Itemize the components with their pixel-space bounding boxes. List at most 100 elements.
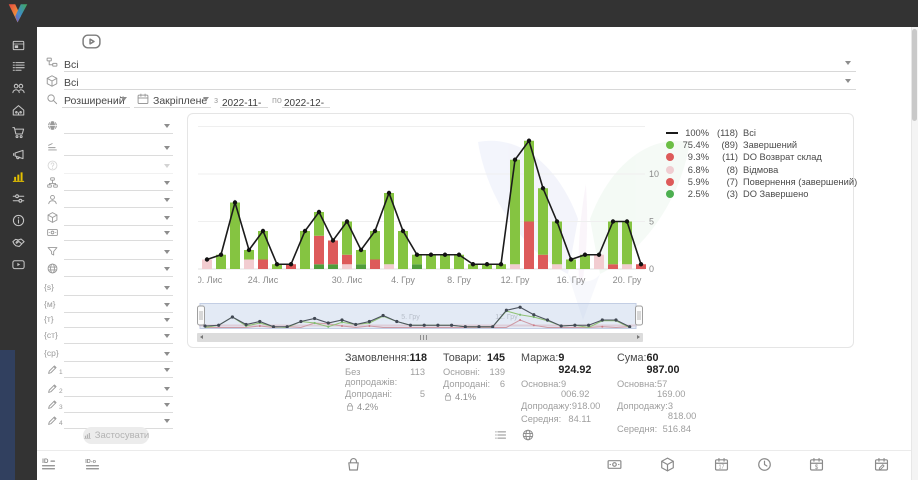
filter-structure-select[interactable] — [40, 175, 177, 192]
legend-percent: 100% — [679, 128, 709, 138]
box3d-icon — [46, 211, 59, 224]
legend-percent: 75.4% — [679, 140, 709, 150]
minimap-left-handle — [198, 306, 205, 325]
stat-sub-value: 113 — [410, 367, 425, 387]
filter-manager-underline — [64, 207, 173, 208]
legend-item[interactable]: 75.4%(89)Завершений — [666, 139, 857, 151]
scroll-left-arrow-icon[interactable] — [200, 335, 203, 339]
pencil-icon: 4 — [46, 414, 59, 427]
column-id-status[interactable]: ID — [40, 456, 57, 473]
chevron-down-icon — [164, 334, 170, 338]
column-time[interactable] — [756, 456, 773, 473]
filter-status-underline — [64, 155, 173, 156]
sidebar-item-orders[interactable] — [0, 57, 37, 77]
filter-manager-select[interactable] — [40, 192, 177, 209]
video-help-button[interactable] — [81, 31, 102, 48]
filter-country-select[interactable] — [40, 118, 177, 135]
filter-funnel-select[interactable] — [40, 244, 177, 261]
column-id-source[interactable]: ID-о — [84, 456, 101, 473]
legend-count: (8) — [709, 165, 738, 175]
list-view-toggle[interactable] — [494, 428, 508, 442]
legend-count: (3) — [709, 189, 738, 199]
column-date-edited[interactable] — [873, 456, 890, 473]
stat-title: Замовлення: — [345, 352, 410, 364]
apply-filters-label: Застосувати — [95, 430, 149, 441]
date-from-input[interactable]: 2022-11-20 — [222, 93, 268, 107]
filter-utm-content-select[interactable]: {ст} — [40, 328, 177, 345]
legend-item[interactable]: 6.8%(8)Відмова — [666, 164, 857, 176]
chevron-down-icon — [164, 231, 170, 235]
minimap-scrollbar[interactable] — [197, 333, 643, 342]
legend-item[interactable]: 9.3%(11)DO Возврат склад — [666, 151, 857, 163]
funnel-icon — [46, 245, 59, 258]
basket-percent-icon — [443, 392, 453, 402]
date-to-underline — [282, 107, 330, 108]
filter-unknown-select[interactable] — [40, 158, 177, 175]
stat-title: Товари: — [443, 352, 481, 364]
stat-sub-value: 516.84 — [663, 424, 691, 434]
info-icon — [11, 213, 26, 228]
scroll-right-arrow-icon[interactable] — [637, 335, 640, 339]
legend-item[interactable]: 5.9%(7)Повернення (завершений) — [666, 176, 857, 188]
filter-website-underline — [64, 276, 173, 277]
stat-column: Товари:145Основні:139Допродані:64.1% — [443, 352, 505, 402]
filter-utm-term-select[interactable]: {т} — [40, 312, 177, 329]
column-date-paid[interactable]: $ — [808, 456, 825, 473]
megaphone-icon — [11, 147, 26, 162]
product-filter-select[interactable]: Всі — [64, 73, 856, 89]
date-to-label: по — [272, 95, 282, 105]
sidebar-item-tutorials[interactable] — [0, 254, 37, 274]
sidebar-item-customers[interactable] — [0, 79, 37, 99]
handshake-icon — [11, 235, 26, 250]
filter-status-select[interactable] — [40, 140, 177, 157]
chart-range-minimap[interactable]: 5. Гру12. Гру — [197, 303, 643, 331]
sidebar-item-marketing[interactable] — [0, 145, 37, 165]
column-date-created[interactable]: 17 — [713, 456, 730, 473]
filter-utm-source-select[interactable]: {s} — [40, 280, 177, 297]
sidebar-item-settings[interactable] — [0, 188, 37, 208]
column-products[interactable] — [345, 456, 362, 473]
period-mode-underline — [134, 107, 211, 108]
apply-filters-button[interactable]: Застосувати — [83, 427, 149, 444]
sidebar-item-analytics[interactable] — [0, 166, 37, 186]
filter-payment-underline — [64, 240, 173, 241]
person-icon — [46, 193, 59, 206]
page-scrollbar-thumb[interactable] — [912, 29, 917, 121]
filter-utm-term-tag-icon: {т} — [44, 314, 54, 324]
bar-chart-icon — [83, 431, 92, 440]
stat-percent: 4.1% — [455, 392, 476, 402]
column-payment[interactable] — [606, 456, 623, 473]
filter-website-select[interactable] — [40, 261, 177, 278]
column-shipping[interactable] — [659, 456, 676, 473]
status-filter-select[interactable]: Всі — [64, 55, 856, 71]
date-to-input[interactable]: 2022-12-21 — [284, 93, 330, 107]
app-logo-icon[interactable] — [5, 1, 31, 26]
product-box-icon — [45, 74, 59, 88]
legend-item[interactable]: 2.5%(3)DO Завершено — [666, 188, 857, 200]
stat-title: Маржа: — [521, 352, 558, 376]
chevron-down-icon — [164, 303, 170, 307]
stat-sub-value: 918.00 — [572, 401, 600, 411]
table-divider — [37, 450, 911, 451]
legend-percent: 5.9% — [679, 177, 709, 187]
sidebar-item-partners[interactable] — [0, 232, 37, 252]
globe-view-toggle[interactable] — [521, 428, 535, 442]
filter-payment-select[interactable] — [40, 225, 177, 242]
filter-utm-content-underline — [64, 343, 173, 344]
svg-text:ID: ID — [42, 458, 49, 465]
list-icon — [11, 59, 26, 74]
sidebar-item-dashboard[interactable] — [0, 35, 37, 55]
scrollbar-grip[interactable] — [420, 335, 427, 340]
sidebar-item-info[interactable] — [0, 210, 37, 230]
filter-unknown-underline — [64, 173, 173, 174]
legend-item[interactable]: 100%(118)Всі — [666, 127, 857, 139]
sidebar-item-purchases[interactable] — [0, 123, 37, 143]
chevron-down-icon — [164, 250, 170, 254]
stat-column: Маржа:9 924.92Основна:9 006.92Допродажу:… — [521, 352, 591, 424]
sidebar-item-company[interactable] — [0, 101, 37, 121]
stat-percent: 4.2% — [357, 402, 378, 412]
sliders-icon — [11, 191, 26, 206]
chevron-down-icon — [164, 216, 170, 220]
legend-label: DO Возврат склад — [743, 152, 822, 162]
stat-sub-label: Допродажу: — [617, 401, 668, 421]
